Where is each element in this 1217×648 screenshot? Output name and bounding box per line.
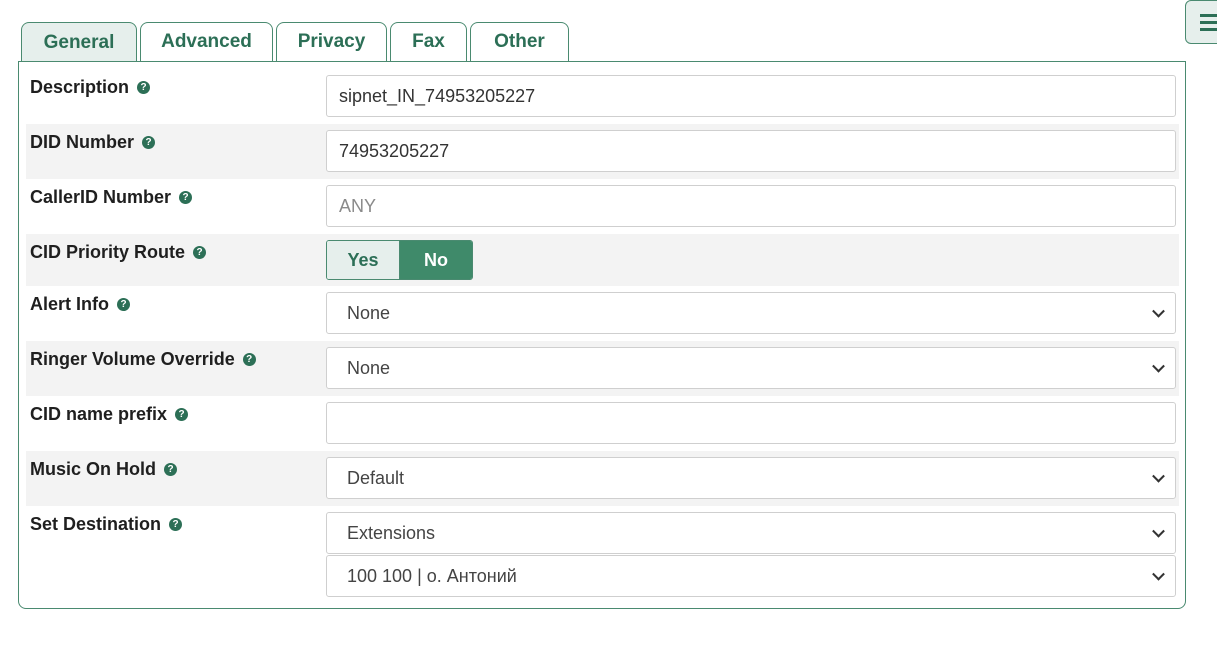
question-circle-icon[interactable]: ? [142, 136, 156, 149]
cid-priority-route-label-text: CID Priority Route [30, 242, 186, 262]
question-circle-icon[interactable]: ? [242, 353, 256, 366]
row-set-destination: Set Destination ? Extensions 100 100 | о… [26, 506, 1179, 604]
did-number-label: DID Number ? [30, 132, 156, 153]
chevron-down-icon [1152, 359, 1165, 373]
question-circle-icon[interactable]: ? [175, 408, 189, 421]
row-description: Description ? [26, 69, 1179, 124]
destination-target-value: 100 100 | о. Антоний [347, 565, 517, 586]
question-circle-icon[interactable]: ? [169, 518, 183, 531]
question-circle-icon[interactable]: ? [117, 298, 130, 311]
cid-name-prefix-label: CID name prefix ? [30, 404, 189, 425]
tab-fax[interactable]: Fax [390, 22, 467, 61]
ringer-volume-override-value: None [347, 357, 391, 378]
callerid-number-label: CallerID Number ? [30, 187, 193, 208]
row-callerid-number: CallerID Number ? [26, 179, 1179, 234]
chevron-down-icon [1152, 469, 1165, 483]
did-number-label-text: DID Number [30, 132, 135, 152]
row-ringer-volume-override: Ringer Volume Override ? None [26, 341, 1179, 396]
destination-type-value: Extensions [347, 522, 436, 543]
row-alert-info: Alert Info ? None [26, 286, 1179, 341]
question-circle-icon[interactable]: ? [137, 81, 151, 94]
chevron-down-icon [1152, 304, 1165, 318]
set-destination-label-text: Set Destination [30, 514, 162, 534]
ringer-volume-override-select[interactable]: None [326, 347, 1176, 389]
cid-priority-route-toggle: Yes No [326, 240, 473, 280]
callerid-number-label-text: CallerID Number [30, 187, 172, 207]
ringer-volume-override-label: Ringer Volume Override ? [30, 349, 256, 370]
alert-info-select[interactable]: None [326, 292, 1176, 334]
tab-general[interactable]: General [21, 22, 137, 62]
tab-other[interactable]: Other [470, 22, 569, 61]
tab-advanced[interactable]: Advanced [140, 22, 273, 61]
question-circle-icon[interactable]: ? [193, 246, 207, 259]
question-circle-icon[interactable]: ? [179, 191, 193, 204]
description-input[interactable] [326, 75, 1176, 117]
row-cid-priority-route: CID Priority Route ? Yes No [26, 234, 1179, 286]
music-on-hold-label: Music On Hold ? [30, 459, 177, 480]
did-number-input[interactable] [326, 130, 1176, 172]
cid-priority-yes-button[interactable]: Yes [327, 241, 400, 279]
list-icon [1200, 14, 1217, 32]
general-panel: Description ? DID Number ? CallerID Numb… [18, 61, 1186, 609]
alert-info-label: Alert Info ? [30, 294, 130, 315]
tab-bar: General Advanced Privacy Fax Other [21, 22, 572, 62]
description-label: Description ? [30, 77, 151, 98]
cropped-header [18, 0, 348, 5]
chevron-down-icon [1152, 567, 1165, 581]
side-menu-button[interactable] [1185, 0, 1217, 44]
row-did-number: DID Number ? [26, 124, 1179, 179]
callerid-number-input[interactable] [326, 185, 1176, 227]
cid-priority-no-button[interactable]: No [400, 241, 472, 279]
destination-target-select[interactable]: 100 100 | о. Антоний [326, 555, 1176, 597]
music-on-hold-label-text: Music On Hold [30, 459, 156, 479]
cid-name-prefix-input[interactable] [326, 402, 1176, 444]
question-circle-icon[interactable]: ? [164, 463, 177, 476]
set-destination-label: Set Destination ? [30, 514, 183, 535]
alert-info-value: None [347, 302, 391, 323]
description-label-text: Description [30, 77, 130, 97]
destination-type-select[interactable]: Extensions [326, 512, 1176, 554]
ringer-volume-override-label-text: Ringer Volume Override [30, 349, 235, 369]
chevron-down-icon [1152, 524, 1165, 538]
music-on-hold-select[interactable]: Default [326, 457, 1176, 499]
cid-priority-route-label: CID Priority Route ? [30, 242, 207, 263]
cid-name-prefix-label-text: CID name prefix [30, 404, 168, 424]
tab-privacy[interactable]: Privacy [276, 22, 387, 61]
alert-info-label-text: Alert Info [30, 294, 109, 314]
music-on-hold-value: Default [347, 467, 405, 488]
row-music-on-hold: Music On Hold ? Default [26, 451, 1179, 506]
row-cid-name-prefix: CID name prefix ? [26, 396, 1179, 451]
